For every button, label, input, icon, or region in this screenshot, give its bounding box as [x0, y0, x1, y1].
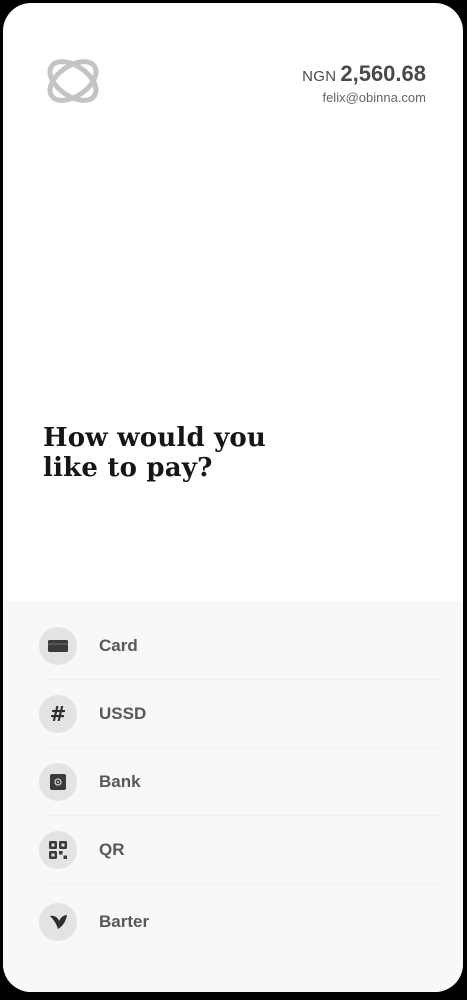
customer-email: felix@obinna.com	[322, 90, 426, 105]
payment-option-label: QR	[99, 840, 125, 859]
amount-value: 2,560.68	[340, 61, 426, 86]
payment-option-label: USSD	[99, 704, 147, 723]
divider	[49, 883, 439, 884]
balance: NGN 2,560.68	[302, 61, 426, 87]
page-title: How would you like to pay?	[43, 423, 343, 483]
bank-icon	[39, 763, 77, 801]
account-summary: NGN 2,560.68 felix@obinna.com	[302, 61, 426, 105]
checkout-panel: NGN 2,560.68 felix@obinna.com How would y…	[3, 3, 463, 992]
payment-option-ussd[interactable]: # USSD	[39, 680, 439, 748]
payment-option-qr[interactable]: QR	[39, 816, 439, 884]
payment-option-label: Card	[99, 636, 138, 655]
currency-code: NGN	[302, 68, 337, 85]
payment-option-label: Bank	[99, 772, 141, 791]
device-frame: NGN 2,560.68 felix@obinna.com How would y…	[0, 0, 467, 1000]
brand-logo-icon	[41, 54, 105, 108]
title-line-2: like to pay?	[43, 453, 213, 483]
hash-icon: #	[39, 695, 77, 733]
qr-code-icon	[39, 831, 77, 869]
payment-option-bank[interactable]: Bank	[39, 748, 439, 816]
payment-option-label: Barter	[99, 912, 150, 931]
card-icon	[39, 627, 77, 665]
payment-option-barter[interactable]: Barter	[39, 888, 439, 956]
title-line-1: How would you	[43, 423, 267, 453]
payment-methods-list: Card # USSD Bank QR Barter	[3, 601, 463, 992]
payment-option-card[interactable]: Card	[39, 612, 439, 680]
barter-icon	[39, 903, 77, 941]
